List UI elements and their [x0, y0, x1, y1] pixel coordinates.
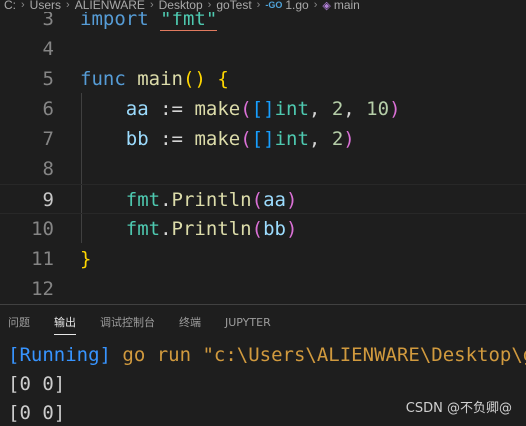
- output-line: [0 0]: [8, 373, 66, 395]
- tab-terminal[interactable]: 终端: [179, 305, 201, 341]
- code-text: aa := make([]int, 2, 10): [125, 98, 401, 120]
- output-run-line: [Running] go run "c:\Users\ALIENWARE\Des…: [8, 341, 526, 370]
- line-number: 7: [42, 128, 54, 150]
- breadcrumb-item[interactable]: C:: [4, 0, 16, 12]
- tab-output[interactable]: 输出: [54, 305, 76, 341]
- chevron-right-icon: ›: [21, 0, 25, 11]
- code-text: fmt.Println(aa): [125, 189, 298, 211]
- line-number: 4: [42, 38, 54, 60]
- line-number: 11: [31, 248, 54, 270]
- code-line-5[interactable]: 5 func main() {: [0, 64, 526, 94]
- run-status: [Running]: [8, 344, 111, 366]
- line-number: 12: [31, 278, 54, 300]
- code-line-7[interactable]: 7 bb := make([]int, 2): [0, 124, 526, 154]
- code-text: bb := make([]int, 2): [125, 128, 355, 150]
- breadcrumb-item[interactable]: Users: [30, 0, 61, 12]
- breadcrumb-item[interactable]: goTest: [216, 0, 251, 12]
- code-line-8[interactable]: 8: [0, 154, 526, 184]
- code-text: func main() {: [80, 68, 229, 90]
- chevron-right-icon: ›: [256, 0, 261, 11]
- code-editor[interactable]: 3 import "fmt" 4 5 func main() { 6 aa :=…: [0, 0, 526, 304]
- tab-problems[interactable]: 问题: [8, 305, 30, 341]
- go-file-icon: -GO: [265, 0, 283, 10]
- line-number: 9: [42, 189, 54, 211]
- chevron-right-icon: ›: [207, 0, 212, 11]
- code-line-12[interactable]: 12: [0, 274, 526, 304]
- line-number: 8: [42, 158, 54, 180]
- code-line-4[interactable]: 4: [0, 34, 526, 64]
- code-text: fmt.Println(bb): [125, 218, 298, 240]
- code-line-10[interactable]: 10 fmt.Println(bb): [0, 214, 526, 244]
- function-symbol-icon: ◈: [322, 0, 331, 12]
- code-line-9[interactable]: 9 fmt.Println(aa): [0, 184, 526, 214]
- chevron-right-icon: ›: [149, 0, 154, 11]
- panel-tabs: 问题 输出 调试控制台 终端 JUPYTER: [0, 305, 295, 341]
- tab-debug-console[interactable]: 调试控制台: [100, 305, 155, 341]
- breadcrumb: C: › Users › ALIENWARE › Desktop › goTes…: [0, 0, 526, 12]
- line-number: 6: [42, 98, 54, 120]
- bottom-panel: 问题 输出 调试控制台 终端 JUPYTER [Running] go run …: [0, 304, 526, 426]
- run-command: go run "c:\Users\ALIENWARE\Desktop\goTes…: [122, 344, 526, 366]
- breadcrumb-symbol[interactable]: main: [334, 0, 360, 12]
- line-number: 5: [42, 68, 54, 90]
- tab-jupyter[interactable]: JUPYTER: [225, 305, 271, 341]
- code-line-11[interactable]: 11 }: [0, 244, 526, 274]
- line-number: 10: [31, 218, 54, 240]
- code-text: }: [80, 248, 92, 270]
- breadcrumb-file[interactable]: 1.go: [285, 0, 308, 12]
- watermark: CSDN @不负卿@: [405, 401, 512, 416]
- chevron-right-icon: ›: [66, 0, 70, 11]
- breadcrumb-item[interactable]: Desktop: [159, 0, 203, 12]
- breadcrumb-item[interactable]: ALIENWARE: [75, 0, 145, 12]
- code-line-6[interactable]: 6 aa := make([]int, 2, 10): [0, 94, 526, 124]
- chevron-right-icon: ›: [313, 0, 318, 11]
